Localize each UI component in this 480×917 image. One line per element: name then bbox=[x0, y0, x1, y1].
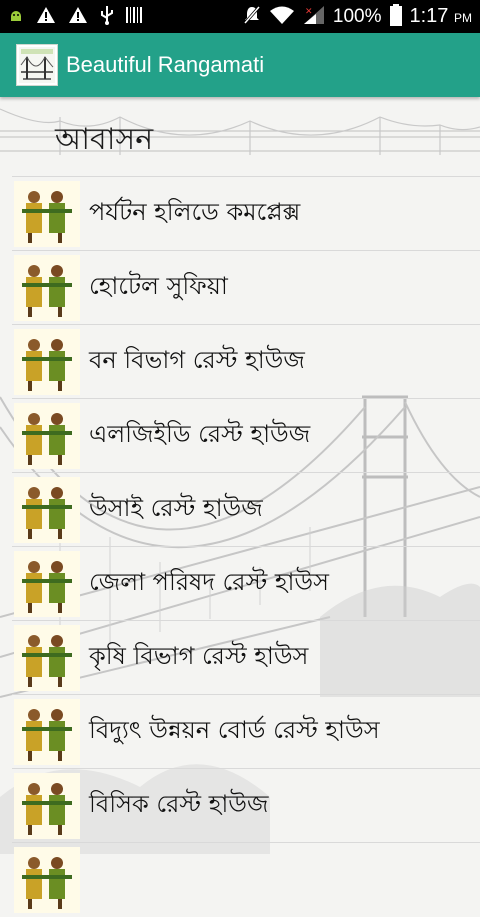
app-title: Beautiful Rangamati bbox=[66, 52, 265, 77]
system-icons: ✕ 100% 1:17 PM bbox=[243, 3, 473, 30]
main-content: আবাসন পর্যটন হলিডে কমপ্লেক্স হোটেল সুফিয… bbox=[0, 97, 480, 913]
mute-icon bbox=[243, 5, 261, 29]
battery-percent: 100% bbox=[332, 5, 382, 27]
list-item[interactable]: পর্যটন হলিডে কমপ্লেক্স bbox=[12, 176, 480, 250]
battery-icon bbox=[389, 3, 402, 30]
list-item[interactable]: কৃষি বিভাগ রেস্ট হাউস bbox=[12, 620, 480, 694]
list-item-label: এলজিইডি রেস্ট হাউজ bbox=[89, 419, 311, 448]
tribal-figure-thumbnail-icon bbox=[14, 180, 80, 247]
tribal-figure-thumbnail-icon bbox=[14, 846, 80, 913]
list-item-label: বিদ্যুৎ উন্নয়ন বোর্ড রেস্ট হাউস bbox=[89, 715, 380, 744]
list-item[interactable] bbox=[12, 842, 480, 916]
clock-ampm: PM bbox=[454, 11, 472, 25]
tribal-figure-thumbnail-icon bbox=[14, 476, 80, 543]
list-item[interactable]: বিসিক রেস্ট হাউজ bbox=[12, 768, 480, 842]
warning-icon bbox=[68, 6, 88, 28]
tribal-figure-thumbnail-icon bbox=[14, 698, 80, 765]
list-item[interactable]: জেলা পরিষদ রেস্ট হাউস bbox=[12, 546, 480, 620]
tribal-figure-thumbnail-icon bbox=[14, 254, 80, 321]
tribal-figure-thumbnail-icon bbox=[14, 328, 80, 395]
list-item[interactable]: বন বিভাগ রেস্ট হাউজ bbox=[12, 324, 480, 398]
clock: 1:17 PM bbox=[410, 5, 473, 28]
wifi-icon bbox=[269, 5, 295, 29]
list-item-label: কৃষি বিভাগ রেস্ট হাউস bbox=[89, 641, 309, 670]
app-bar: Beautiful Rangamati bbox=[0, 33, 480, 97]
tribal-figure-thumbnail-icon bbox=[14, 624, 80, 691]
status-bar: ✕ 100% 1:17 PM bbox=[0, 0, 480, 33]
tribal-figure-thumbnail-icon bbox=[14, 402, 80, 469]
list-item-label: পর্যটন হলিডে কমপ্লেক্স bbox=[89, 197, 301, 226]
android-robot-icon bbox=[8, 7, 24, 27]
list-item-label: উসাই রেস্ট হাউজ bbox=[89, 493, 263, 522]
notification-icons bbox=[8, 5, 142, 29]
clock-time: 1:17 bbox=[409, 5, 449, 27]
app-logo-icon[interactable] bbox=[16, 44, 58, 86]
list-item[interactable]: এলজিইডি রেস্ট হাউজ bbox=[12, 398, 480, 472]
usb-icon bbox=[100, 5, 114, 29]
accommodation-list: পর্যটন হলিডে কমপ্লেক্স হোটেল সুফিয়া বন … bbox=[12, 176, 480, 916]
warning-icon bbox=[36, 6, 56, 28]
list-item[interactable]: হোটেল সুফিয়া bbox=[12, 250, 480, 324]
list-item-label: বন বিভাগ রেস্ট হাউজ bbox=[89, 345, 305, 374]
list-item[interactable]: উসাই রেস্ট হাউজ bbox=[12, 472, 480, 546]
page-title: আবাসন bbox=[55, 122, 154, 157]
tribal-figure-thumbnail-icon bbox=[14, 772, 80, 839]
list-item[interactable]: বিদ্যুৎ উন্নয়ন বোর্ড রেস্ট হাউস bbox=[12, 694, 480, 768]
signal-icon: ✕ bbox=[303, 5, 325, 29]
barcode-icon bbox=[126, 6, 142, 28]
tribal-figure-thumbnail-icon bbox=[14, 550, 80, 617]
svg-text:✕: ✕ bbox=[305, 7, 313, 17]
list-item-label: বিসিক রেস্ট হাউজ bbox=[89, 789, 269, 818]
list-item-label: জেলা পরিষদ রেস্ট হাউস bbox=[89, 567, 329, 596]
list-item-label: হোটেল সুফিয়া bbox=[89, 271, 228, 300]
